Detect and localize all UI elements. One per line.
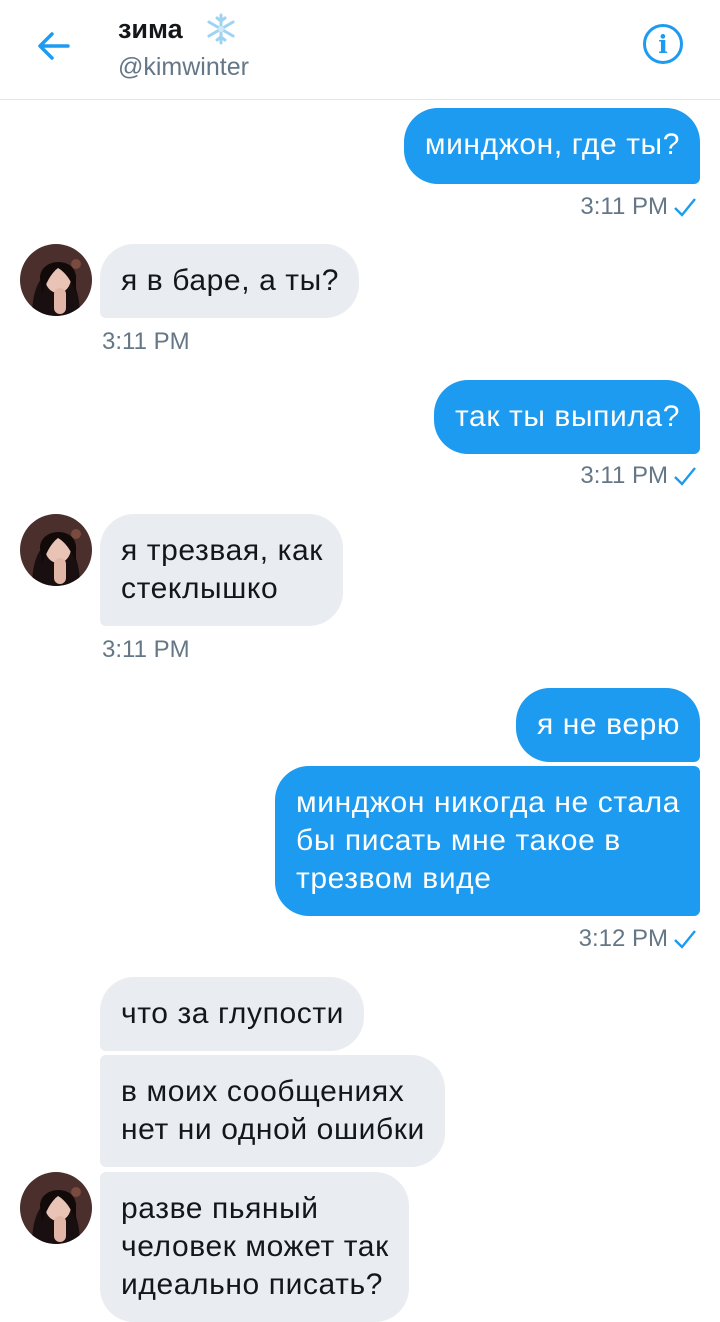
message-text: что за глупости xyxy=(121,997,345,1030)
avatar[interactable] xyxy=(20,514,92,586)
message-timestamp: 3:11 PM xyxy=(102,636,190,663)
message-text: так ты выпила? xyxy=(455,400,680,433)
message-timestamp: 3:11 PM xyxy=(102,328,190,355)
message-bubble-outgoing[interactable]: я не верю xyxy=(515,688,700,762)
info-button[interactable]: i xyxy=(643,24,683,64)
message-text-line: нет ни одной ошибки xyxy=(121,1113,425,1146)
info-icon: i xyxy=(658,29,668,59)
message-text: я не верю xyxy=(536,708,680,741)
message-bubble-outgoing[interactable]: так ты выпила? xyxy=(434,380,700,454)
chat-handle: @kimwinter xyxy=(118,53,249,81)
snowflake-icon xyxy=(207,13,235,45)
message-timestamp: 3:11 PM xyxy=(580,193,668,220)
sent-check-icon xyxy=(674,198,696,217)
message-text-line: я трезвая, как xyxy=(121,534,323,567)
message-text-line: бы писать мне такое в xyxy=(296,824,621,857)
avatar-photo xyxy=(20,1172,92,1244)
message-text: я в баре, а ты? xyxy=(121,264,340,297)
message-bubble-incoming[interactable]: что за глупости xyxy=(100,977,365,1051)
message-text-line: в моих сообщениях xyxy=(121,1075,405,1108)
message-text-line: стеклышко xyxy=(121,572,279,605)
message-text-line: разве пьяный xyxy=(121,1192,319,1225)
message-bubble-incoming[interactable]: в моих сообщениях нет ни одной ошибки xyxy=(100,1055,445,1167)
avatar[interactable] xyxy=(20,244,92,316)
back-button[interactable] xyxy=(30,22,78,70)
message-text: минджон, где ты? xyxy=(424,128,680,161)
message-timestamp: 3:12 PM xyxy=(578,925,668,952)
message-bubble-incoming[interactable]: я трезвая, как стеклышко xyxy=(100,514,343,626)
message-bubble-outgoing[interactable]: минджон никогда не стала бы писать мне т… xyxy=(275,766,700,916)
message-timestamp: 3:11 PM xyxy=(580,462,668,489)
message-text-line: человек может так xyxy=(121,1230,389,1263)
avatar-photo xyxy=(20,244,92,316)
message-text-line: идеально писать? xyxy=(121,1268,384,1301)
chat-title[interactable]: зима xyxy=(118,12,183,46)
sent-check-icon xyxy=(674,930,696,949)
message-bubble-incoming[interactable]: я в баре, а ты? xyxy=(100,244,360,318)
message-text-line: трезвом виде xyxy=(296,862,492,895)
avatar[interactable] xyxy=(20,1172,92,1244)
sent-check-icon xyxy=(674,467,696,486)
message-text-line: минджон никогда не стала xyxy=(296,786,680,819)
arrow-left-icon xyxy=(38,32,70,60)
avatar-photo xyxy=(20,514,92,586)
chat-header: зима @kimwinter i xyxy=(0,0,720,100)
message-bubble-incoming[interactable]: разве пьяный человек может так идеально … xyxy=(100,1172,409,1322)
message-bubble-outgoing[interactable]: минджон, где ты? xyxy=(403,108,700,184)
